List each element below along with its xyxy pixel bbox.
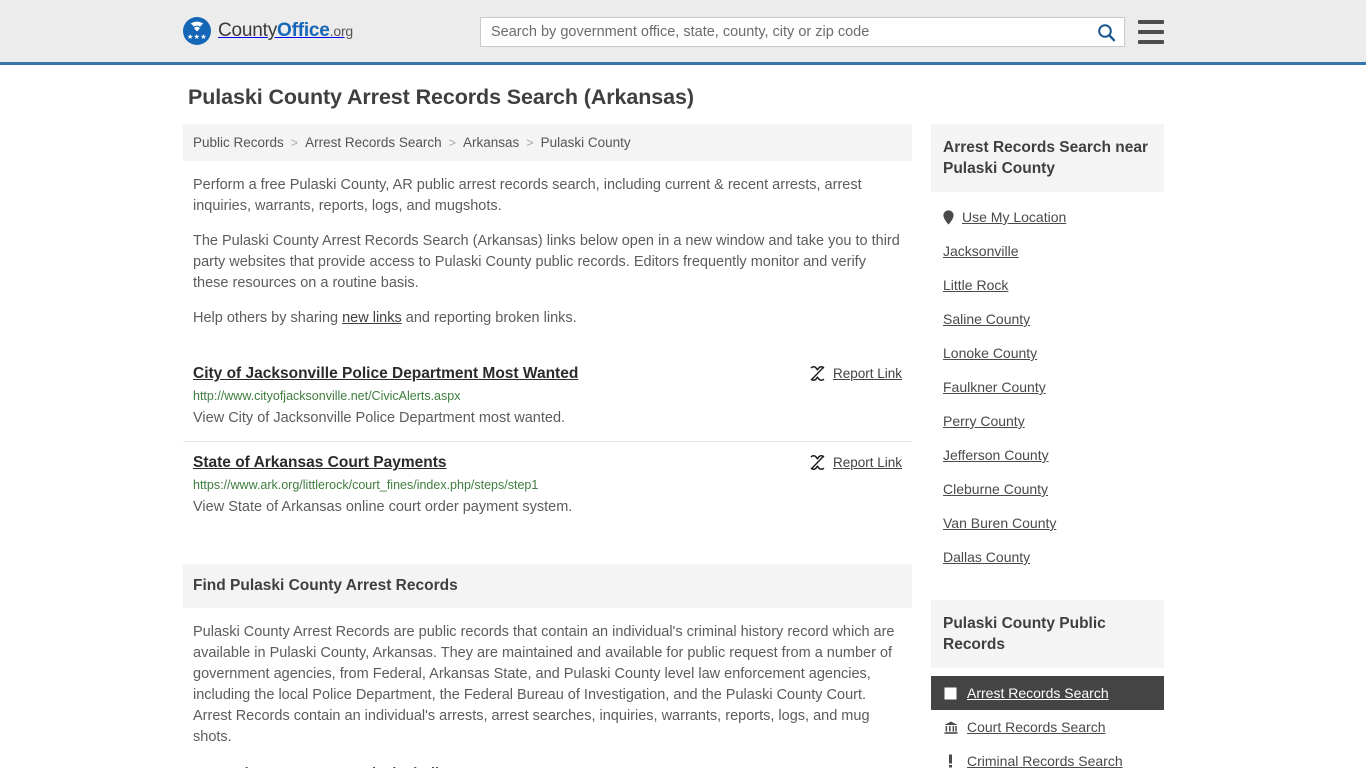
report-link-label: Report Link	[832, 366, 902, 381]
nearby-location-link[interactable]: Van Buren County	[943, 515, 1056, 531]
breadcrumb: Public Records > Arrest Records Search > Ark…	[183, 124, 912, 161]
nearby-location-item[interactable]: Saline County	[931, 302, 1164, 336]
breadcrumb-separator: >	[526, 135, 534, 150]
resource-link-list: City of Jacksonville Police Department M…	[183, 353, 912, 530]
nearby-location-item[interactable]: Cleburne County	[931, 472, 1164, 506]
square-icon	[944, 687, 957, 699]
breadcrumb-separator: >	[448, 135, 456, 150]
square-icon	[943, 687, 958, 700]
nearby-location-item[interactable]: Van Buren County	[931, 506, 1164, 540]
public-record-item-active[interactable]: Arrest Records Search	[931, 676, 1164, 710]
intro-paragraph-2: The Pulaski County Arrest Records Search…	[193, 233, 900, 291]
public-records-heading: Pulaski County Public Records	[931, 600, 1164, 668]
search-icon	[1097, 23, 1115, 41]
hamburger-menu-button[interactable]	[1138, 20, 1164, 44]
map-pin-icon	[943, 209, 954, 225]
countyoffice-emblem-icon: ★★★	[183, 17, 211, 45]
broken-link-icon	[810, 455, 825, 470]
share-text-before: Help others by sharing	[193, 310, 343, 326]
nearby-location-link[interactable]: Little Rock	[943, 277, 1008, 293]
nearby-location-link[interactable]: Perry County	[943, 413, 1025, 429]
resource-link-description: View City of Jacksonville Police Departm…	[193, 410, 566, 426]
logo-part-org: .org	[329, 23, 354, 39]
nearby-location-link[interactable]: Cleburne County	[943, 481, 1048, 497]
near-search-heading: Arrest Records Search near Pulaski Count…	[931, 124, 1164, 192]
nearby-location-item[interactable]: Dallas County	[931, 540, 1164, 574]
find-records-body: Pulaski County Arrest Records are public…	[183, 622, 912, 768]
nearby-location-link[interactable]: Lonoke County	[943, 345, 1037, 361]
nearby-location-link[interactable]: Jacksonville	[943, 243, 1018, 259]
hamburger-menu-icon-bar	[1138, 20, 1164, 24]
logo-part-county: County	[218, 20, 278, 41]
nearby-location-item[interactable]: Little Rock	[931, 268, 1164, 302]
resource-link-title[interactable]: City of Jacksonville Police Department M…	[193, 364, 578, 383]
hamburger-menu-icon-bar	[1138, 30, 1164, 34]
breadcrumb-item-pulaski-county[interactable]: Pulaski County	[541, 135, 631, 150]
sidebar: Arrest Records Search near Pulaski Count…	[931, 124, 1164, 768]
content-columns: Public Records > Arrest Records Search > Ark…	[183, 124, 1183, 768]
intro-paragraph-3: Help others by sharing new links and rep…	[193, 308, 902, 329]
public-record-link[interactable]: Arrest Records Search	[967, 685, 1109, 701]
new-links-link[interactable]: new links	[342, 310, 402, 326]
logo-part-office: Office	[277, 20, 330, 41]
site-logo[interactable]: ★★★ CountyOffice.org	[183, 17, 353, 45]
bank-icon	[943, 721, 958, 734]
nearby-location-link[interactable]: Jefferson County	[943, 447, 1049, 463]
breadcrumb-item-public-records[interactable]: Public Records	[193, 135, 284, 150]
site-header: ★★★ CountyOffice.org	[0, 0, 1366, 65]
nearby-location-link[interactable]: Saline County	[943, 311, 1030, 327]
public-record-link[interactable]: Criminal Records Search	[967, 753, 1123, 768]
resource-link-description: View State of Arkansas online court orde…	[193, 499, 573, 515]
resource-link-header: City of Jacksonville Police Department M…	[193, 364, 902, 383]
search-button[interactable]	[1088, 18, 1124, 46]
resource-link-url: http://www.cityofjacksonville.net/CivicA…	[193, 389, 461, 403]
nearby-location-link[interactable]: Use My Location	[962, 209, 1066, 225]
breadcrumb-item-arkansas[interactable]: Arkansas	[463, 135, 519, 150]
public-record-item[interactable]: Court Records Search	[931, 710, 1164, 744]
nearby-location-item[interactable]: Jacksonville	[931, 234, 1164, 268]
search-bar[interactable]	[480, 17, 1125, 47]
marker-icon	[949, 754, 952, 768]
report-link-button[interactable]: Report Link	[809, 364, 902, 382]
public-records-list: Arrest Records Search Court Records Searc…	[931, 668, 1164, 768]
page-container: Pulaski County Arrest Records Search (Ar…	[183, 65, 1183, 768]
header-inner: ★★★ CountyOffice.org	[183, 0, 1183, 62]
report-link-button[interactable]: Report Link	[809, 453, 902, 471]
breadcrumb-separator: >	[290, 135, 299, 150]
nearby-location-item[interactable]: Jefferson County	[931, 438, 1164, 472]
map-pin-icon	[943, 209, 954, 225]
nearby-locations-list: Use My Location Jacksonville Little Rock Sa…	[931, 192, 1164, 574]
logo-stars: ★★★	[186, 34, 208, 41]
nearby-location-link[interactable]: Dallas County	[943, 549, 1030, 565]
resource-link-header: State of Arkansas Court Payments Report L…	[193, 453, 902, 472]
nearby-location-item[interactable]: Perry County	[931, 404, 1164, 438]
breadcrumb-item-arrest-records-search[interactable]: Arrest Records Search	[305, 135, 442, 150]
nearby-location-item[interactable]: Lonoke County	[931, 336, 1164, 370]
public-record-link[interactable]: Court Records Search	[967, 719, 1106, 735]
nearby-location-item[interactable]: Use My Location	[931, 200, 1164, 234]
search-input[interactable]	[481, 18, 1088, 46]
resource-link-url: https://www.ark.org/littlerock/court_fin…	[193, 478, 539, 492]
hamburger-menu-icon-bar	[1138, 40, 1164, 44]
resource-link-entry: City of Jacksonville Police Department M…	[183, 353, 912, 441]
nearby-location-item[interactable]: Faulkner County	[931, 370, 1164, 404]
find-records-paragraph: Pulaski County Arrest Records are public…	[193, 624, 895, 745]
resource-link-entry: State of Arkansas Court Payments Report L…	[183, 441, 912, 530]
nearby-location-link[interactable]: Faulkner County	[943, 379, 1046, 395]
find-records-heading: Find Pulaski County Arrest Records	[183, 564, 912, 608]
main-column: Public Records > Arrest Records Search > Ark…	[183, 124, 912, 768]
intro-paragraph-1: Perform a free Pulaski County, AR public…	[193, 177, 862, 214]
page-title: Pulaski County Arrest Records Search (Ar…	[188, 85, 694, 109]
resource-link-title[interactable]: State of Arkansas Court Payments	[193, 453, 447, 472]
marker-icon	[943, 754, 958, 768]
bank-icon	[944, 721, 957, 734]
report-link-label: Report Link	[832, 455, 902, 470]
site-logo-text: CountyOffice.org	[218, 20, 353, 42]
broken-link-icon	[810, 366, 825, 381]
share-text-after: and reporting broken links.	[401, 310, 577, 326]
public-record-item[interactable]: Criminal Records Search	[931, 744, 1164, 768]
